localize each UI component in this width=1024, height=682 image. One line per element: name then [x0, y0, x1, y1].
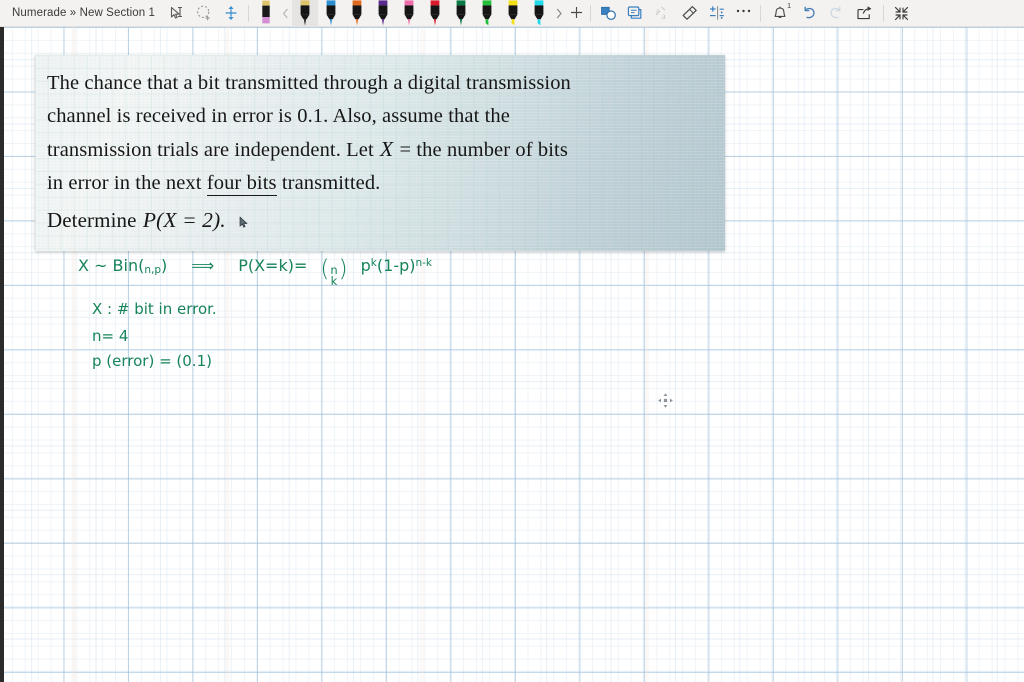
question-underlined-phrase: four bits: [206, 172, 277, 196]
highlighter-green-icon: [482, 0, 492, 25]
question-line-2: channel is received in error is 0.1. Als…: [47, 105, 510, 127]
question-line-3-b: = the number of bits: [399, 139, 568, 161]
highlighter-yellow-tile[interactable]: [500, 0, 526, 27]
notifications-button[interactable]: 1: [765, 1, 795, 26]
question-line-5: Determine P(X = 2).: [47, 204, 709, 237]
collapse-icon: [894, 6, 909, 20]
pasted-question-image[interactable]: The chance that a bit transmitted throug…: [35, 55, 725, 251]
arrow-cursor-icon: [239, 206, 250, 228]
bell-icon: [774, 6, 786, 18]
page-left-gutter: [0, 27, 4, 682]
svg-text:a: a: [662, 11, 666, 21]
move-handle-icon[interactable]: [657, 392, 674, 409]
highlighter-cyan-tile[interactable]: [526, 0, 552, 27]
pen-black-tile[interactable]: [292, 0, 318, 33]
notification-badge: 1: [787, 2, 791, 10]
pen-orange-icon: [352, 0, 362, 26]
redo-icon: [829, 6, 840, 18]
insert-space-button[interactable]: [217, 1, 244, 26]
undo-button[interactable]: [795, 1, 822, 26]
question-expression: P(X = 2).: [142, 208, 226, 232]
insert-space-icon: [225, 6, 236, 20]
ink-to-math-icon: [627, 6, 642, 19]
ribbon-divider-4: [883, 4, 884, 22]
previous-pens-button[interactable]: [279, 8, 292, 19]
question-line-5-a: Determine: [47, 208, 137, 232]
select-tool-button[interactable]: [163, 1, 190, 26]
question-text: The chance that a bit transmitted throug…: [35, 55, 725, 237]
question-line-3: transmission trials are independent. Let…: [47, 133, 709, 167]
lasso-select-icon: [196, 5, 210, 21]
pen-green-tile[interactable]: [448, 0, 474, 27]
pen-red-tile[interactable]: [422, 0, 448, 27]
more-options-button[interactable]: [730, 8, 756, 19]
pen-blue-icon: [326, 0, 336, 26]
ink-to-text-button[interactable]: a a: [649, 1, 676, 26]
add-pen-button[interactable]: [566, 5, 586, 22]
highlighter-cyan-icon: [534, 0, 544, 25]
eraser-pen-tile[interactable]: [253, 0, 279, 27]
question-line-4-b: transmitted.: [281, 172, 381, 194]
eraser-icon: [682, 6, 697, 20]
ribbon-divider-3: [760, 4, 761, 22]
question-line-4-a: in error in the next: [47, 172, 202, 194]
share-icon: [856, 5, 871, 19]
eraser-tool-button[interactable]: [676, 1, 703, 26]
pen-gallery: [292, 0, 552, 33]
collapse-ribbon-button[interactable]: [888, 1, 915, 26]
lasso-select-button[interactable]: [190, 1, 217, 26]
undo-icon: [804, 6, 815, 18]
ink-to-text-icon: a a: [655, 6, 666, 21]
ellipsis-icon: [736, 9, 750, 12]
question-line-4: in error in the next four bits transmitt…: [47, 167, 709, 200]
question-line-1: The chance that a bit transmitted throug…: [47, 72, 571, 94]
breadcrumb[interactable]: Numerade » New Section 1: [0, 7, 163, 19]
pen-pink-icon: [404, 0, 414, 26]
pen-options-chevron-down-icon[interactable]: [310, 21, 317, 33]
pen-green-icon: [456, 0, 466, 26]
share-button[interactable]: [849, 1, 879, 26]
ink-to-shape-button[interactable]: [595, 1, 622, 26]
highlighter-yellow-icon: [508, 0, 518, 25]
math-button[interactable]: [703, 1, 730, 26]
chevron-left-icon: [282, 8, 288, 18]
eraser-icon: [262, 0, 270, 23]
pen-pink-tile[interactable]: [396, 0, 422, 27]
ink-to-shape-icon: [601, 6, 616, 20]
draw-ribbon-toolbar: Numerade » New Section 1 a a 1: [0, 0, 1024, 33]
question-line-3-a: transmission trials are independent. Let: [47, 139, 374, 161]
ribbon-divider-2: [590, 4, 591, 22]
pen-orange-tile[interactable]: [344, 0, 370, 27]
onenote-window: Numerade » New Section 1 a a 1 The chanc…: [0, 0, 1024, 682]
highlighter-green-tile[interactable]: [474, 0, 500, 27]
pen-red-icon: [430, 0, 440, 26]
more-pens-button[interactable]: [552, 8, 566, 19]
ribbon-divider-1: [248, 4, 249, 22]
ink-to-math-button[interactable]: [622, 1, 649, 26]
math-icon: [710, 6, 724, 20]
select-icon: [170, 6, 182, 19]
question-variable-x: X: [380, 137, 394, 161]
pen-purple-tile[interactable]: [370, 0, 396, 27]
plus-icon: [570, 6, 582, 18]
pen-blue-tile[interactable]: [318, 0, 344, 27]
pen-purple-icon: [378, 0, 388, 26]
chevron-right-icon: [556, 8, 562, 18]
redo-button[interactable]: [822, 1, 849, 26]
